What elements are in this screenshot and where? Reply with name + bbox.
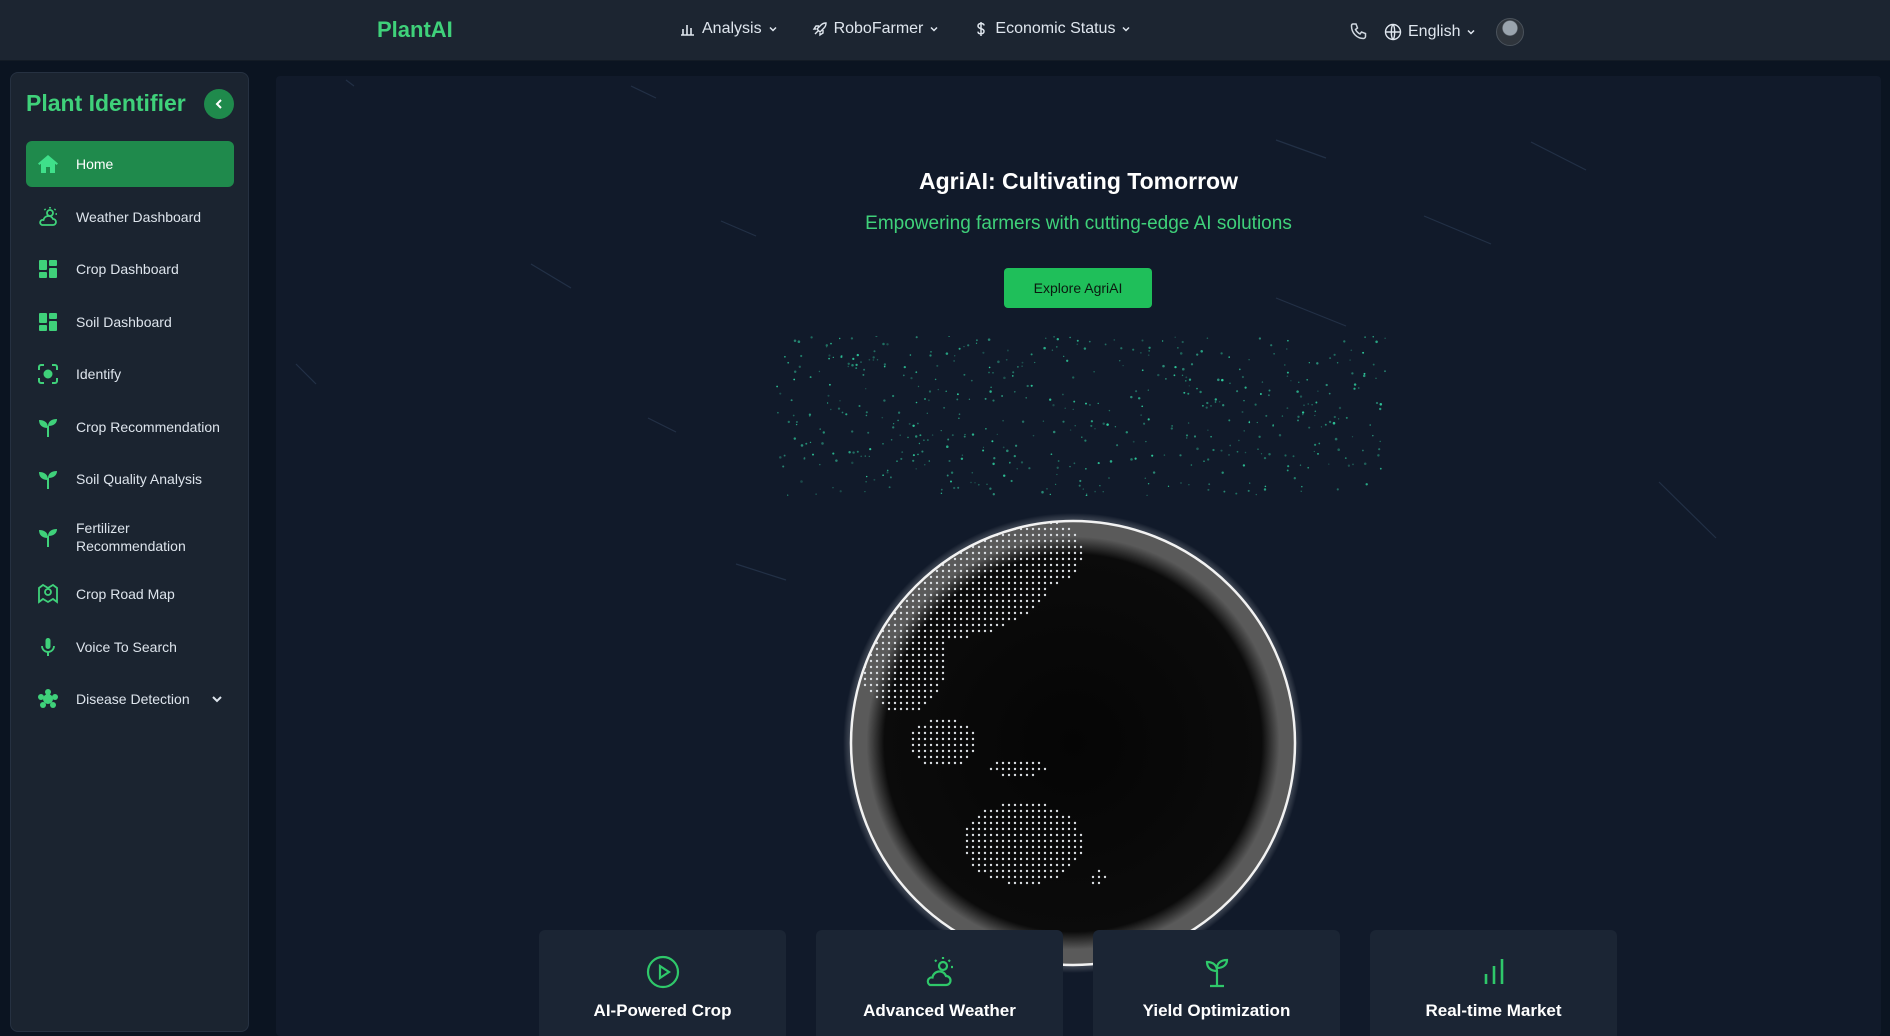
sidebar-item-disease-detection[interactable]: Disease Detection bbox=[26, 676, 234, 722]
sidebar-item-label: Soil Dashboard bbox=[76, 313, 172, 330]
main-content: AgriAI: Cultivating Tomorrow Empowering … bbox=[276, 76, 1881, 1036]
sidebar-item-crop-recommendation[interactable]: Crop Recommendation bbox=[26, 404, 234, 450]
sidebar-item-crop-road-map[interactable]: Crop Road Map bbox=[26, 571, 234, 617]
feature-card-title: Real-time Market bbox=[1425, 1001, 1562, 1020]
sprout-icon bbox=[39, 418, 57, 437]
globe-icon bbox=[1384, 23, 1402, 41]
home-icon bbox=[38, 155, 58, 173]
sidebar-item-crop-dashboard[interactable]: Crop Dashboard bbox=[26, 246, 234, 292]
sidebar-item-label: Voice To Search bbox=[76, 638, 177, 655]
sidebar-item-label: Weather Dashboard bbox=[76, 208, 202, 225]
feature-card-weather[interactable]: Advanced Weather bbox=[816, 930, 1063, 1036]
sidebar-item-label: Fertilizer Recommendation bbox=[76, 519, 186, 554]
chevron-left-icon bbox=[215, 99, 222, 109]
feature-card-market[interactable]: Real-time Market bbox=[1370, 930, 1617, 1036]
hero-title: AgriAI: Cultivating Tomorrow bbox=[918, 168, 1238, 194]
language-selector[interactable]: English bbox=[1384, 23, 1476, 41]
feature-card-ai-crop[interactable]: AI-Powered Crop bbox=[539, 930, 786, 1036]
sidebar-item-soil-quality-analysis[interactable]: Soil Quality Analysis bbox=[26, 456, 234, 502]
bug-icon bbox=[38, 689, 58, 708]
brand-logo[interactable]: PlantAI bbox=[377, 17, 453, 43]
feature-card-title: AI-Powered Crop bbox=[593, 1001, 732, 1020]
nav-robofarmer[interactable]: RoboFarmer bbox=[812, 20, 940, 38]
chevron-down-icon bbox=[1122, 26, 1130, 32]
chevron-down-icon bbox=[1467, 29, 1476, 35]
dashboard-icon bbox=[39, 312, 57, 331]
sidebar-menu: Home Weather Dashboard Crop Dashboard So… bbox=[26, 141, 234, 729]
sidebar-item-identify[interactable]: Identify bbox=[26, 351, 234, 397]
language-label: English bbox=[1408, 23, 1461, 40]
sidebar-item-label: Crop Recommendation bbox=[76, 418, 220, 435]
sidebar-collapse-button[interactable] bbox=[204, 89, 234, 119]
phone-icon[interactable] bbox=[1348, 22, 1368, 42]
feature-card-yield[interactable]: Yield Optimization bbox=[1093, 930, 1340, 1036]
header-tools: English bbox=[1348, 18, 1525, 46]
map-pin-icon bbox=[38, 583, 58, 604]
bar-chart-icon bbox=[681, 25, 694, 36]
globe-illustration bbox=[843, 513, 1303, 973]
sidebar-title: Plant Identifier bbox=[26, 90, 186, 116]
sidebar: Plant Identifier Home Weather Dashboard … bbox=[10, 72, 249, 1032]
sidebar-item-fertilizer-recommendation[interactable]: Fertilizer Recommendation bbox=[26, 509, 234, 565]
dashboard-icon bbox=[39, 260, 57, 278]
microphone-icon bbox=[41, 637, 55, 656]
chevron-down-icon bbox=[930, 26, 938, 32]
main-nav: Analysis RoboFarmer Economic Status bbox=[680, 20, 1165, 38]
nav-economic-status[interactable]: Economic Status bbox=[973, 20, 1131, 38]
explore-agriai-button[interactable]: Explore AgriAI bbox=[1004, 268, 1152, 308]
chevron-down-icon bbox=[769, 26, 777, 32]
sidebar-item-voice-to-search[interactable]: Voice To Search bbox=[26, 624, 234, 670]
sidebar-item-weather-dashboard[interactable]: Weather Dashboard bbox=[26, 194, 234, 240]
sidebar-item-label: Disease Detection bbox=[76, 691, 190, 707]
chevron-down-icon[interactable] bbox=[210, 692, 224, 706]
sidebar-item-label: Crop Road Map bbox=[76, 586, 175, 602]
bar-chart-icon bbox=[1484, 959, 1503, 984]
nav-robofarmer-label: RoboFarmer bbox=[833, 20, 924, 37]
sidebar-item-label: Home bbox=[76, 156, 114, 172]
nav-economic-status-label: Economic Status bbox=[995, 20, 1116, 37]
sidebar-item-label: Crop Dashboard bbox=[76, 261, 179, 277]
weather-icon bbox=[39, 206, 57, 226]
feature-card-title: Yield Optimization bbox=[1142, 1001, 1291, 1020]
scan-icon bbox=[38, 364, 58, 384]
play-circle-icon bbox=[646, 955, 679, 989]
feature-card-title: Advanced Weather bbox=[863, 1001, 1016, 1020]
dollar-icon bbox=[977, 22, 986, 36]
nav-analysis[interactable]: Analysis bbox=[680, 20, 778, 38]
sidebar-item-label: Soil Quality Analysis bbox=[76, 471, 203, 487]
hero-subtitle: Empowering farmers with cutting-edge AI … bbox=[865, 213, 1292, 234]
sidebar-item-home[interactable]: Home bbox=[26, 141, 234, 187]
user-avatar[interactable] bbox=[1496, 18, 1525, 46]
particle-field bbox=[776, 336, 1386, 496]
top-navbar: PlantAI Analysis RoboFarmer Economic Sta… bbox=[0, 0, 1890, 61]
rocket-icon bbox=[812, 22, 827, 37]
sidebar-item-soil-dashboard[interactable]: Soil Dashboard bbox=[26, 299, 234, 345]
sprout-icon bbox=[39, 471, 57, 489]
nav-analysis-label: Analysis bbox=[702, 20, 762, 37]
sun-cloud-icon bbox=[926, 957, 953, 987]
sprout-icon bbox=[39, 528, 57, 547]
sprout-icon bbox=[1205, 958, 1228, 988]
sidebar-item-label: Identify bbox=[76, 366, 122, 382]
